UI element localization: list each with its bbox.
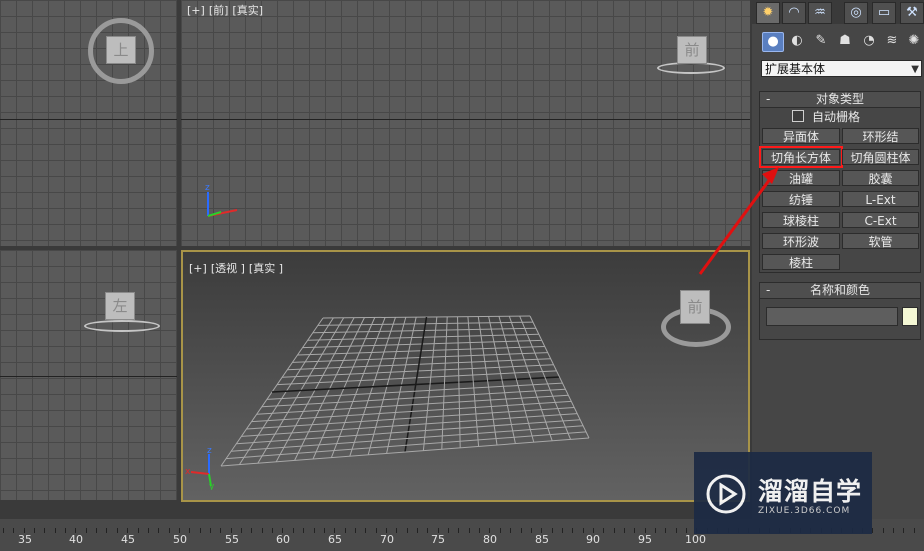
- ruler-tick: [220, 528, 221, 533]
- watermark: 溜溜自学 ZIXUE.3D66.COM: [694, 452, 872, 534]
- ruler-number: 50: [173, 533, 187, 546]
- ruler-tick: [117, 528, 118, 533]
- ruler-number: 40: [69, 533, 83, 546]
- ruler-number: 60: [276, 533, 290, 546]
- ruler-number: 55: [225, 533, 239, 546]
- ruler-tick: [458, 528, 459, 533]
- ruler-tick: [65, 528, 66, 533]
- ruler-tick: [407, 528, 408, 533]
- ruler-tick: [13, 528, 14, 533]
- ruler-tick: [272, 528, 273, 533]
- ruler-tick: [158, 528, 159, 533]
- ruler-tick: [427, 528, 428, 533]
- ruler-tick: [665, 528, 666, 533]
- ruler-tick: [148, 528, 149, 533]
- ruler-tick: [634, 528, 635, 533]
- ruler-tick: [34, 528, 35, 533]
- ruler-number: 35: [18, 533, 32, 546]
- ruler-tick: [324, 528, 325, 533]
- ruler-tick: [583, 528, 584, 533]
- ruler-tick: [138, 528, 139, 533]
- ruler-tick: [603, 528, 604, 533]
- ruler-tick: [903, 528, 904, 533]
- ruler-tick: [872, 528, 873, 533]
- ruler-tick: [210, 528, 211, 533]
- ruler-tick: [469, 528, 470, 533]
- ruler-tick: [314, 528, 315, 533]
- ruler-tick: [893, 528, 894, 533]
- ruler-tick: [572, 528, 573, 533]
- ruler-number: 45: [121, 533, 135, 546]
- ruler-tick: [624, 528, 625, 533]
- watermark-url: ZIXUE.3D66.COM: [758, 506, 851, 516]
- ruler-tick: [676, 528, 677, 533]
- ruler-number: 95: [638, 533, 652, 546]
- ruler-tick: [106, 528, 107, 533]
- ruler-number: 80: [483, 533, 497, 546]
- ruler-tick: [521, 528, 522, 533]
- ruler-tick: [293, 528, 294, 533]
- watermark-name: 溜溜自学: [758, 477, 863, 506]
- ruler-tick: [355, 528, 356, 533]
- ruler-tick: [552, 528, 553, 533]
- ruler-tick: [614, 528, 615, 533]
- ruler-tick: [417, 528, 418, 533]
- ruler-tick: [365, 528, 366, 533]
- ruler-tick: [479, 528, 480, 533]
- ruler-tick: [396, 528, 397, 533]
- ruler-tick: [262, 528, 263, 533]
- ruler-number: 90: [586, 533, 600, 546]
- ruler-tick: [448, 528, 449, 533]
- ruler-tick: [914, 528, 915, 533]
- ruler-tick: [189, 528, 190, 533]
- ruler-tick: [251, 528, 252, 533]
- ruler-number: 75: [431, 533, 445, 546]
- ruler-tick: [500, 528, 501, 533]
- ruler-tick: [86, 528, 87, 533]
- ruler-tick: [55, 528, 56, 533]
- ruler-number: 100: [685, 533, 706, 546]
- ruler-tick: [655, 528, 656, 533]
- ruler-tick: [562, 528, 563, 533]
- ruler-tick: [531, 528, 532, 533]
- ruler-tick: [345, 528, 346, 533]
- ruler-tick: [200, 528, 201, 533]
- ruler-tick: [303, 528, 304, 533]
- ruler-number: 85: [535, 533, 549, 546]
- ruler-number: 65: [328, 533, 342, 546]
- ruler-number: 70: [380, 533, 394, 546]
- ruler-tick: [510, 528, 511, 533]
- play-logo-icon: [706, 474, 746, 514]
- ruler-tick: [96, 528, 97, 533]
- ruler-tick: [169, 528, 170, 533]
- ruler-tick: [44, 528, 45, 533]
- ruler-tick: [241, 528, 242, 533]
- ruler-tick: [883, 528, 884, 533]
- ruler-tick: [376, 528, 377, 533]
- ruler-tick: [3, 528, 4, 533]
